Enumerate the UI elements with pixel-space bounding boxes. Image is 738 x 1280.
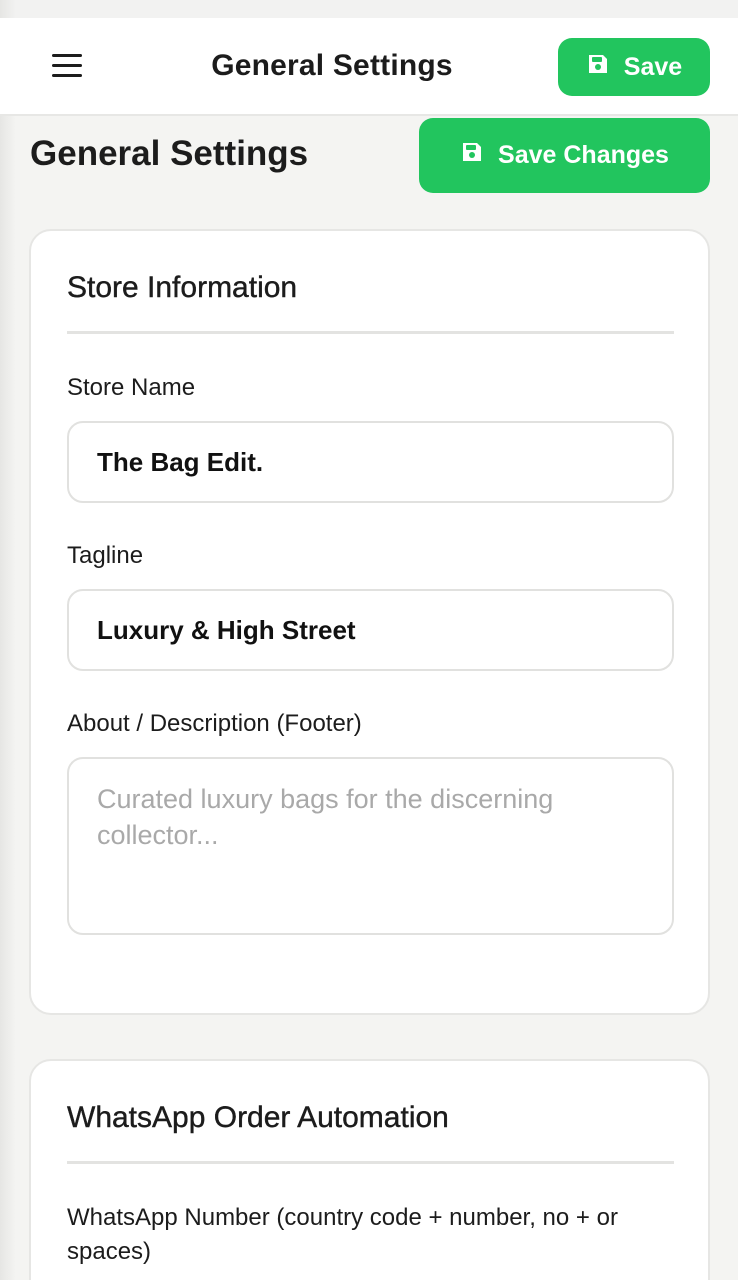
tagline-label: Tagline bbox=[67, 542, 144, 569]
whatsapp-number-label: WhatsApp Number (country code + number, … bbox=[67, 1204, 618, 1265]
section-divider bbox=[67, 331, 674, 334]
page-title: General Settings bbox=[30, 134, 309, 173]
section-divider bbox=[67, 1161, 674, 1164]
top-save-label: Save bbox=[623, 52, 683, 81]
store-name-label: Store Name bbox=[67, 374, 196, 401]
tagline-input[interactable] bbox=[67, 589, 674, 671]
whatsapp-automation-title: WhatsApp Order Automation bbox=[67, 1101, 449, 1134]
status-strip bbox=[0, 0, 738, 18]
save-changes-label: Save Changes bbox=[498, 141, 669, 169]
about-description-textarea[interactable] bbox=[67, 757, 674, 935]
top-app-bar: General Settings Save bbox=[0, 18, 738, 116]
store-information-title: Store Information bbox=[67, 271, 298, 304]
floppy-disk-icon bbox=[586, 52, 610, 83]
store-name-input[interactable] bbox=[67, 421, 674, 503]
save-changes-button[interactable]: Save Changes bbox=[419, 118, 710, 193]
floppy-disk-icon bbox=[460, 140, 484, 171]
edge-shadow bbox=[0, 0, 16, 1280]
settings-screen: General Settings Save General Settings S… bbox=[0, 0, 738, 1280]
whatsapp-automation-card: WhatsApp Order Automation WhatsApp Numbe… bbox=[29, 1059, 710, 1280]
top-save-button[interactable]: Save bbox=[558, 38, 710, 96]
about-description-label: About / Description (Footer) bbox=[67, 710, 362, 737]
store-information-card: Store Information Store Name Tagline Abo… bbox=[29, 229, 710, 1015]
